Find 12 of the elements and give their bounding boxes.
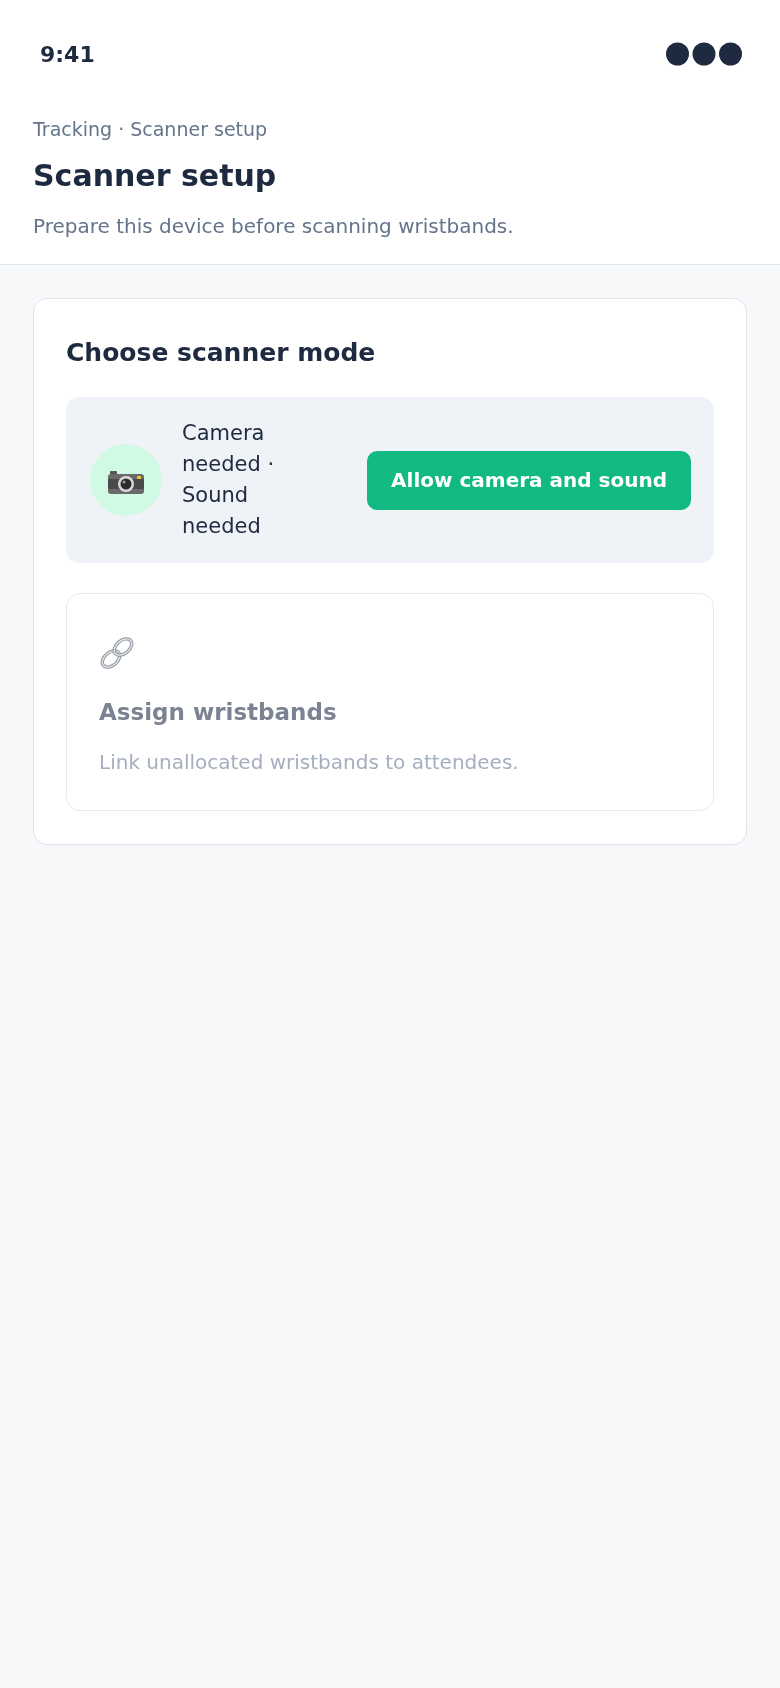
page-subtitle: Prepare this device before scanning wristbands.	[33, 213, 515, 240]
ellipsis-icon	[666, 42, 742, 66]
chain-link-icon	[99, 636, 135, 670]
status-time: 9:41	[40, 41, 95, 67]
breadcrumb: Tracking · Scanner setup	[33, 117, 269, 142]
camera-icon	[90, 444, 162, 516]
allow-permissions-button[interactable]: Allow camera and sound	[367, 450, 691, 510]
page-title: Scanner setup	[33, 157, 278, 195]
permission-status-text: Camera needed · Sound needed	[182, 420, 276, 540]
card-title: Choose scanner mode	[66, 337, 377, 369]
mode-description: Link unallocated wristbands to attendees.	[99, 749, 519, 776]
mode-title: Assign wristbands	[99, 698, 337, 727]
